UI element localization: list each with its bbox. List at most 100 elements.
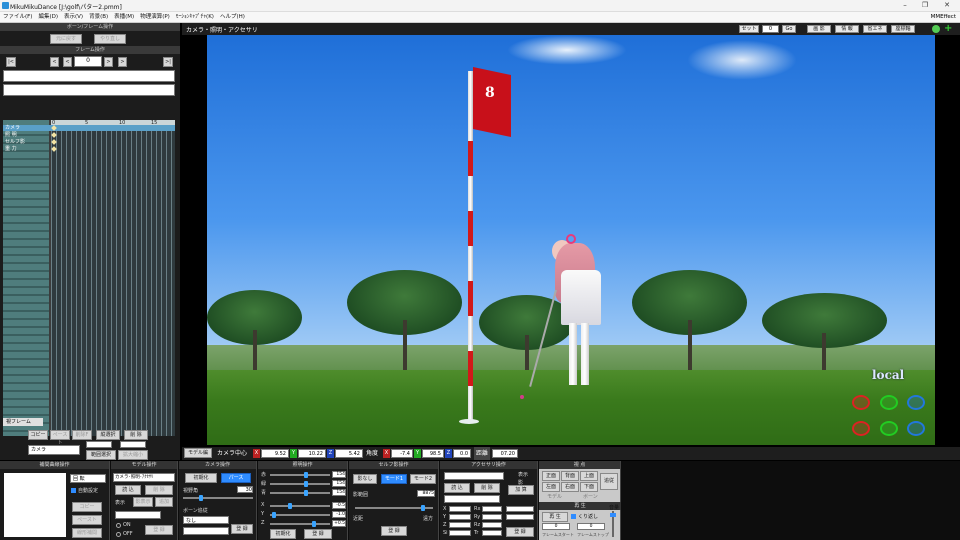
model-value-input[interactable] [115, 511, 161, 519]
range-select-button[interactable]: 範囲選択 [86, 450, 116, 460]
light-init-button[interactable]: 初期化 [270, 529, 296, 539]
shadow-range-input[interactable]: 8875 [417, 490, 435, 497]
play-start-input[interactable]: 0 [542, 523, 570, 530]
camera-dropdown[interactable]: カメラ [28, 445, 80, 455]
prev-key-button[interactable]: < [50, 57, 59, 67]
light-red-knob[interactable] [304, 472, 308, 478]
go-button[interactable]: Go [782, 25, 796, 33]
track-camera[interactable]: カメラ [5, 125, 20, 131]
view-angle-slider[interactable] [183, 497, 253, 499]
maximize-button[interactable]: ❐ [918, 1, 932, 10]
camera-register-button[interactable]: 登 録 [231, 524, 253, 534]
undo-button[interactable]: 元に戻す [50, 34, 82, 44]
accessory-add-button[interactable]: 加 算 [508, 485, 534, 495]
menu-edit[interactable]: 編集(D) [35, 12, 61, 23]
camera-center-y[interactable]: 10.22 [298, 449, 326, 458]
range-end-input[interactable] [120, 441, 146, 448]
local-label[interactable]: local [872, 368, 904, 382]
move-x-handle-icon[interactable] [852, 421, 870, 436]
shadow-range-knob[interactable] [421, 505, 425, 511]
acc-rz-input[interactable] [482, 522, 502, 528]
move-y-handle-icon[interactable] [880, 421, 898, 436]
auto-checkbox[interactable] [71, 488, 76, 493]
off-radio[interactable] [116, 532, 121, 537]
timeline-grid[interactable] [51, 120, 175, 436]
camera-init-button[interactable]: 初期化 [185, 473, 217, 483]
bone-follow-toggle[interactable]: ボーン [583, 493, 598, 500]
prev-frame-button[interactable]: < [63, 57, 72, 67]
rotate-y-handle-icon[interactable] [880, 395, 898, 410]
bone-follow-bone-dropdown[interactable] [183, 527, 229, 535]
linear-interp-button[interactable]: 線形補間 [72, 528, 102, 538]
accessory-register-button[interactable]: 登 録 [506, 527, 534, 537]
model-edit-button[interactable]: モデル編 [184, 448, 212, 458]
model-follow-label[interactable]: モデル [547, 493, 562, 500]
light-x-slider[interactable] [270, 505, 330, 507]
light-green-input[interactable]: 154 [332, 480, 346, 487]
light-y-knob[interactable] [272, 512, 276, 518]
model-add-button[interactable]: 追加 [155, 497, 173, 507]
acc-ry-input[interactable] [482, 514, 502, 520]
acc-tr-input[interactable] [482, 530, 502, 536]
acc-extra-input-2[interactable] [506, 514, 534, 520]
menu-file[interactable]: ファイル(F) [0, 12, 35, 23]
set-button[interactable]: セット [739, 25, 759, 33]
copy-frame-button[interactable]: コピー [28, 430, 48, 440]
acc-z-input[interactable] [449, 522, 471, 528]
light-x-knob[interactable] [288, 503, 292, 509]
track-row-camera[interactable] [3, 125, 175, 131]
acc-x-input[interactable] [449, 506, 471, 512]
delete-button[interactable]: 削 除 [124, 430, 148, 440]
bone-target-marker[interactable] [566, 234, 576, 244]
menu-mmeffect[interactable]: MMEffect [931, 12, 956, 23]
add-plus-icon[interactable]: + [944, 23, 952, 34]
view-angle-input[interactable]: 30 [237, 486, 253, 493]
menu-view[interactable]: 表示(V) [61, 12, 86, 23]
light-green-knob[interactable] [304, 481, 308, 487]
interp-paste-button[interactable]: ペースト [72, 515, 102, 525]
view-follow-button[interactable]: 追従 [600, 473, 618, 490]
angle-z[interactable]: 0.0 [453, 449, 471, 458]
timeline[interactable]: 0 5 10 15 カメラ 照 明 セルフ影 重 力 [3, 120, 175, 436]
accessory-load-button[interactable]: 読 込 [444, 483, 470, 493]
acc-rx-input[interactable] [482, 506, 502, 512]
light-register-button[interactable]: 登 録 [304, 529, 332, 539]
model-delete-button[interactable]: 削 除 [145, 485, 173, 495]
light-y-input[interactable]: -1.0 [332, 511, 346, 518]
track-gravity[interactable]: 重 力 [5, 146, 17, 152]
menu-help[interactable]: ヘルプ(H) [217, 12, 248, 23]
accessory-dropdown[interactable] [444, 472, 504, 480]
menu-physics[interactable]: 物理演算(P) [137, 12, 173, 23]
light-x-input[interactable]: -0.5 [332, 502, 346, 509]
on-radio[interactable] [116, 523, 121, 528]
menu-background[interactable]: 背景(B) [86, 12, 111, 23]
first-frame-button[interactable]: |< [6, 57, 16, 67]
light-red-input[interactable]: 154 [332, 471, 346, 478]
paste-frame-button[interactable]: ペースト [50, 430, 70, 446]
view-angle-knob[interactable] [199, 495, 203, 501]
model-shadow-toggle[interactable]: 影表示 [133, 497, 153, 507]
character-model[interactable] [529, 234, 607, 395]
rotate-z-handle-icon[interactable] [907, 395, 925, 410]
repeat-checkbox[interactable] [571, 514, 576, 519]
view-top-button[interactable]: 上面 [580, 471, 598, 481]
frame-number-input[interactable]: 0 [74, 56, 102, 67]
next-frame-button[interactable]: > [104, 57, 113, 67]
distance-value[interactable]: 07.20 [492, 449, 518, 458]
mode1-button[interactable]: モード1 [381, 474, 407, 484]
view-right-button[interactable]: 右面 [561, 482, 579, 492]
tab-view-frame[interactable]: 視フレーム [3, 418, 43, 426]
model-display-label[interactable]: 表示 [115, 499, 125, 506]
shadow-view-button[interactable]: 画 影 [807, 25, 831, 33]
expand-button[interactable]: 拡大縮小 [118, 450, 148, 460]
track-light[interactable]: 照 明 [5, 132, 17, 138]
view-back-button[interactable]: 背面 [561, 471, 579, 481]
camera-center-z[interactable]: 5.42 [335, 449, 363, 458]
status-circle-icon[interactable] [932, 25, 940, 33]
menu-display[interactable]: 表播(M) [111, 12, 137, 23]
accessory-delete-button[interactable]: 削 除 [474, 483, 500, 493]
light-blue-slider[interactable] [270, 492, 330, 494]
info-button[interactable]: 情 報 [835, 25, 859, 33]
model-dropdown[interactable]: カメラ･照明･ｱｸｾｻﾘ [113, 473, 175, 482]
perspective-button[interactable]: パース [221, 473, 251, 483]
